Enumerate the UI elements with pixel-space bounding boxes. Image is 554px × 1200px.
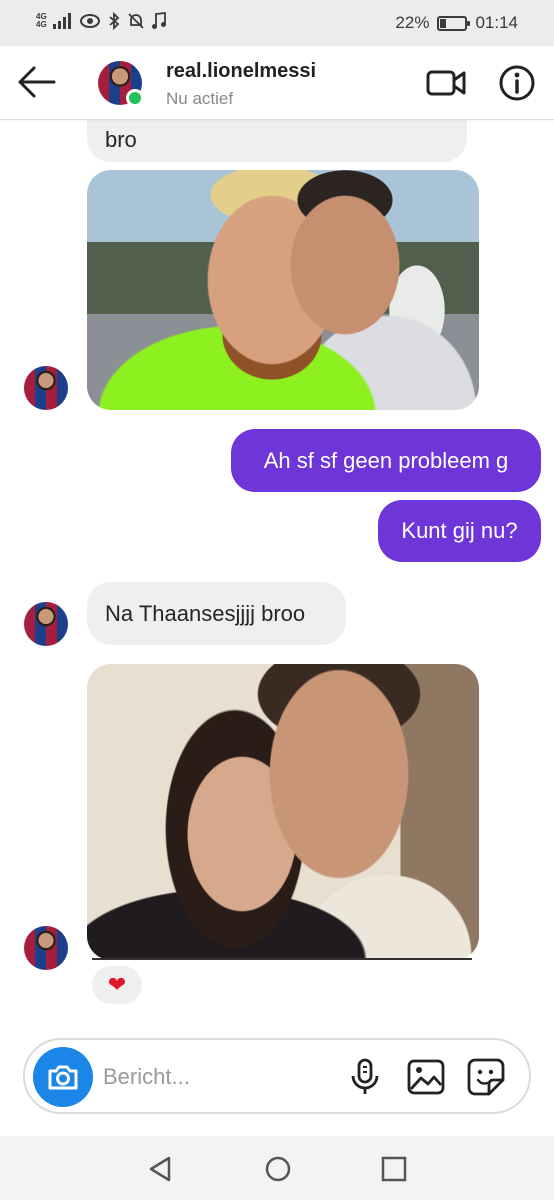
sender-avatar[interactable] xyxy=(24,926,68,970)
network-type: 4G 4G xyxy=(36,13,47,29)
message-composer xyxy=(23,1038,531,1114)
bell-off-icon xyxy=(128,13,144,29)
gallery-icon[interactable] xyxy=(407,1059,445,1095)
back-arrow-icon[interactable] xyxy=(16,64,58,100)
nav-recent-icon[interactable] xyxy=(381,1156,407,1182)
camera-button[interactable] xyxy=(33,1047,93,1107)
nav-back-icon[interactable] xyxy=(145,1154,175,1184)
camera-icon xyxy=(48,1065,78,1090)
dm-screen: 4G 4G 22% 01:14 real.lionelmessi Nu acti… xyxy=(0,0,554,1200)
sender-avatar[interactable] xyxy=(24,366,68,410)
info-icon[interactable] xyxy=(498,64,536,102)
sticker-icon[interactable] xyxy=(467,1058,505,1096)
status-bar: 4G 4G 22% 01:14 xyxy=(0,0,554,46)
clock: 01:14 xyxy=(475,13,518,32)
battery-percentage: 22% xyxy=(395,13,430,32)
shared-photo[interactable] xyxy=(87,664,479,960)
message-list[interactable]: bro Ah sf sf geen probleem g Kunt gij nu… xyxy=(0,120,554,1034)
outgoing-message[interactable]: Ah sf sf geen probleem g xyxy=(231,429,541,492)
message-input[interactable] xyxy=(103,1060,323,1094)
contact-username[interactable]: real.lionelmessi xyxy=(166,60,316,83)
music-note-icon xyxy=(151,12,166,29)
incoming-message[interactable]: bro xyxy=(87,120,467,162)
heart-icon: ❤ xyxy=(107,972,127,997)
network-type-bottom: 4G xyxy=(36,20,47,29)
outgoing-message[interactable]: Kunt gij nu? xyxy=(378,500,541,562)
battery-fill xyxy=(440,18,447,28)
photo-divider xyxy=(92,958,472,960)
sender-avatar[interactable] xyxy=(24,602,68,646)
nav-home-icon[interactable] xyxy=(263,1154,293,1184)
incoming-message[interactable]: Na Thaansesjjjj broo xyxy=(87,582,346,645)
battery-icon xyxy=(437,15,471,31)
status-icons-left: 4G 4G xyxy=(36,12,167,30)
eye-icon xyxy=(79,14,100,28)
bluetooth-icon xyxy=(109,12,119,30)
status-icons-right: 22% 01:14 xyxy=(395,13,518,33)
shared-photo[interactable] xyxy=(87,170,479,410)
microphone-icon[interactable] xyxy=(347,1058,383,1096)
signal-icon xyxy=(52,13,71,29)
online-indicator xyxy=(126,89,144,107)
system-nav-bar xyxy=(0,1136,554,1200)
heart-reaction[interactable]: ❤ xyxy=(92,966,142,1004)
chat-header: real.lionelmessi Nu actief xyxy=(0,46,554,120)
video-call-icon[interactable] xyxy=(426,66,466,100)
active-status: Nu actief xyxy=(166,89,234,108)
